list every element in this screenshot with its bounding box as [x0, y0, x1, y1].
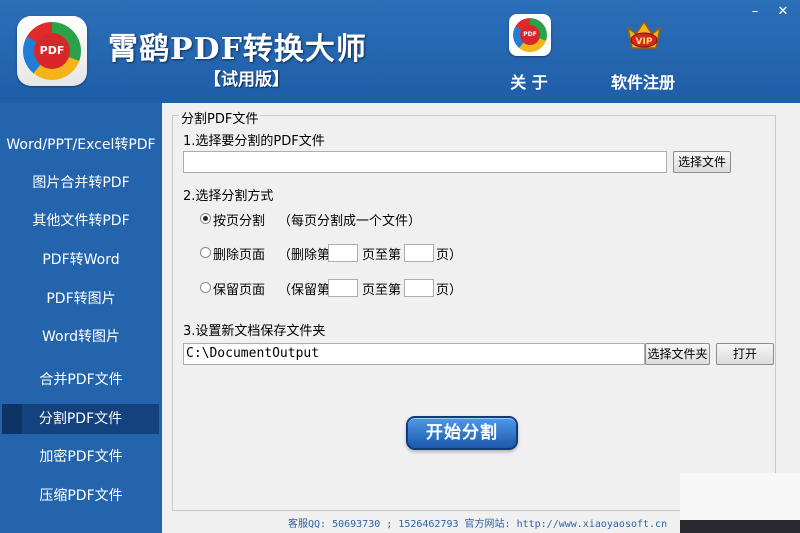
delete-pages-prefix: （删除第 — [278, 248, 331, 263]
keep-pages-prefix: （保留第 — [278, 283, 331, 298]
keep-pages-label: 保留页面 — [213, 283, 266, 298]
sidebar-item-pdf-to-word[interactable]: PDF转Word — [0, 245, 162, 275]
keep-pages-middle: 页至第 — [362, 283, 402, 298]
sidebar-item-pdf-to-image[interactable]: PDF转图片 — [0, 284, 162, 314]
split-pdf-group — [172, 115, 776, 511]
about-label: 关 于 — [510, 73, 548, 92]
start-split-button[interactable]: 开始分割 — [406, 416, 518, 450]
footer-contact: 客服QQ: 50693730 ; 1526462793 官方网站: http:/… — [288, 519, 668, 530]
sidebar: Word/PPT/Excel转PDF 图片合并转PDF 其他文件转PDF PDF… — [0, 103, 162, 533]
app-logo-icon: PDF — [17, 16, 87, 86]
register-button[interactable]: VIP 软件注册 — [598, 14, 688, 94]
delete-pages-middle: 页至第 — [362, 248, 402, 263]
open-folder-button[interactable]: 打开 — [716, 343, 774, 365]
sidebar-item-office-to-pdf[interactable]: Word/PPT/Excel转PDF — [0, 130, 162, 160]
sidebar-item-encrypt-pdf[interactable]: 加密PDF文件 — [0, 442, 162, 472]
delete-pages-label: 删除页面 — [213, 248, 266, 263]
split-by-page-desc: （每页分割成一个文件） — [278, 214, 422, 229]
keep-pages-suffix: 页） — [436, 283, 463, 298]
main-panel: 分割PDF文件 1.选择要分割的PDF文件 选择文件 2.选择分割方式 按页分割… — [162, 103, 800, 533]
step1-label: 1.选择要分割的PDF文件 — [183, 134, 325, 149]
register-label: 软件注册 — [610, 73, 675, 92]
step2-label: 2.选择分割方式 — [183, 189, 274, 204]
sidebar-item-split-pdf[interactable]: 分割PDF文件 — [2, 404, 159, 434]
app-edition: 【试用版】 — [204, 70, 289, 90]
app-header: PDF 霄鹞PDF转换大师 【试用版】 PDF 关 于 VIP 软件注册 – ✕ — [0, 0, 800, 103]
sidebar-item-images-to-pdf[interactable]: 图片合并转PDF — [0, 168, 162, 198]
keep-to-page-input[interactable] — [404, 279, 434, 297]
delete-pages-suffix: 页） — [436, 248, 463, 263]
split-by-page-radio[interactable] — [200, 213, 211, 224]
corner-strip — [680, 520, 800, 533]
choose-folder-button[interactable]: 选择文件夹 — [645, 343, 710, 365]
about-icon: PDF — [509, 14, 551, 56]
sidebar-item-word-to-image[interactable]: Word转图片 — [0, 322, 162, 352]
sidebar-item-label: 分割PDF文件 — [38, 411, 123, 427]
step3-label: 3.设置新文档保存文件夹 — [183, 324, 326, 339]
minimize-button[interactable]: – — [746, 4, 764, 20]
close-button[interactable]: ✕ — [774, 4, 792, 20]
about-button[interactable]: PDF 关 于 — [484, 14, 574, 94]
sidebar-item-merge-pdf[interactable]: 合并PDF文件 — [0, 365, 162, 395]
sidebar-item-compress-pdf[interactable]: 压缩PDF文件 — [0, 481, 162, 511]
output-folder-input[interactable]: C:\DocumentOutput — [183, 343, 645, 365]
keep-from-page-input[interactable] — [328, 279, 358, 297]
pdf-file-input[interactable] — [183, 151, 667, 173]
group-title: 分割PDF文件 — [179, 108, 261, 127]
app-title: 霄鹞PDF转换大师 — [108, 32, 367, 67]
sidebar-item-other-to-pdf[interactable]: 其他文件转PDF — [0, 206, 162, 236]
svg-text:VIP: VIP — [636, 37, 653, 47]
delete-to-page-input[interactable] — [404, 244, 434, 262]
vip-icon: VIP — [626, 20, 662, 49]
choose-file-button[interactable]: 选择文件 — [673, 151, 731, 173]
keep-pages-radio[interactable] — [200, 282, 211, 293]
delete-pages-radio[interactable] — [200, 247, 211, 258]
split-by-page-label: 按页分割 — [213, 214, 266, 229]
delete-from-page-input[interactable] — [328, 244, 358, 262]
